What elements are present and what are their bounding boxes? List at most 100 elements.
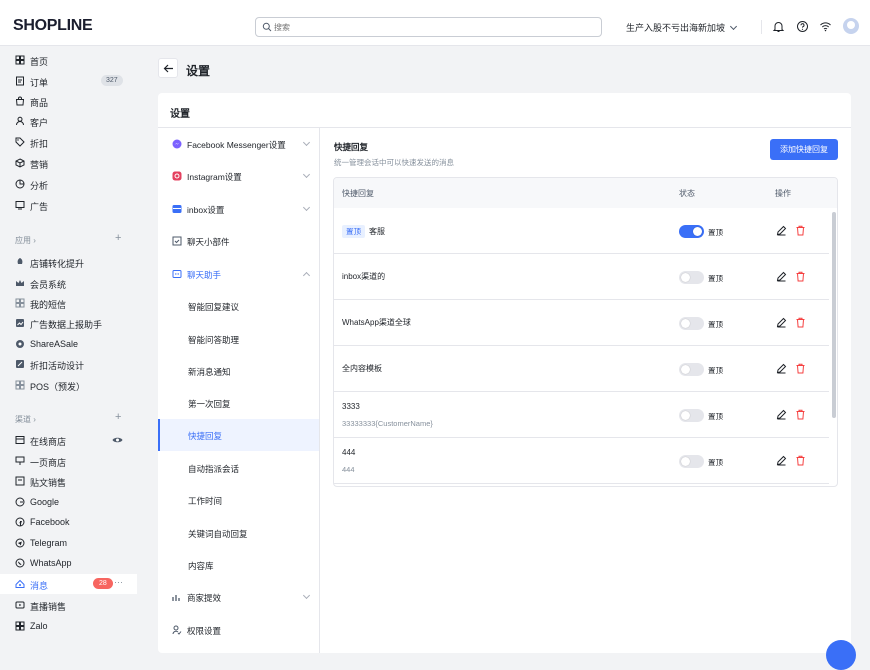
sidebar-item-app[interactable]: POS（预发） — [0, 375, 137, 395]
submenu-first-reply[interactable]: 第一次回复 — [158, 387, 319, 419]
channels-section-title[interactable]: 渠道 › — [15, 414, 36, 425]
message-count-badge: 28 — [93, 578, 113, 589]
delete-icon[interactable] — [795, 363, 806, 374]
zalo-icon — [15, 621, 25, 631]
shopline-logo[interactable]: SHOPLINE — [13, 17, 93, 35]
card-title: 设置 — [170, 109, 190, 120]
submenu-auto-assign[interactable]: 自动指派会话 — [158, 452, 319, 484]
column-header-status: 状态 — [679, 189, 695, 198]
instagram-icon — [172, 171, 182, 181]
pin-toggle[interactable] — [679, 317, 704, 330]
add-quick-reply-button[interactable]: 添加快捷回复 — [770, 139, 838, 160]
toggle-label: 置顶 — [708, 458, 723, 467]
sidebar-item-products[interactable]: 商品 — [0, 91, 137, 111]
pin-toggle[interactable] — [679, 409, 704, 422]
pin-toggle[interactable] — [679, 225, 704, 238]
sidebar-item-whatsapp[interactable]: WhatsApp — [0, 553, 137, 573]
sidebar-item-label: Zalo — [30, 621, 48, 631]
google-icon — [15, 497, 25, 507]
sidebar-item-orders[interactable]: 订单 327 — [0, 71, 137, 91]
scrollbar[interactable] — [829, 208, 837, 486]
edit-icon[interactable] — [776, 363, 787, 374]
table-row: 置顶 客服 置顶 — [334, 208, 829, 254]
sidebar-item-marketing[interactable]: 营销 — [0, 153, 137, 173]
sidebar-item-post-sales[interactable]: 贴文销售 — [0, 471, 137, 491]
submenu-chat-assistant[interactable]: 聊天助手 — [158, 258, 319, 290]
delete-icon[interactable] — [795, 409, 806, 420]
eye-icon[interactable] — [112, 435, 123, 445]
sidebar-item-live[interactable]: 直播销售 — [0, 595, 137, 615]
sidebar-item-google[interactable]: Google — [0, 492, 137, 512]
sidebar-item-messages[interactable]: 消息 28 ··· — [0, 574, 137, 594]
sidebar-item-app[interactable]: ShareASale — [0, 334, 137, 354]
sidebar-item-analytics[interactable]: 分析 — [0, 174, 137, 194]
edit-icon[interactable] — [776, 409, 787, 420]
edit-icon[interactable] — [776, 317, 787, 328]
more-icon[interactable]: ··· — [114, 577, 123, 587]
back-button[interactable] — [158, 58, 178, 78]
submenu-messenger[interactable]: Facebook Messenger设置 — [158, 128, 319, 160]
sidebar-item-app[interactable]: 我的短信 — [0, 293, 137, 313]
submenu-content-library[interactable]: 内容库 — [158, 549, 319, 581]
submenu-smart-reply[interactable]: 智能回复建议 — [158, 290, 319, 322]
submenu-merchant-efficiency[interactable]: 商家提效 — [158, 581, 319, 613]
sidebar-item-ads[interactable]: 广告 — [0, 195, 137, 215]
reply-content: 33333333{CustomerName} — [342, 419, 433, 428]
wifi-icon[interactable] — [819, 20, 832, 33]
delete-icon[interactable] — [795, 271, 806, 282]
sidebar-item-home[interactable]: 首页 — [0, 50, 137, 70]
pos-icon — [15, 380, 25, 390]
pin-toggle[interactable] — [679, 271, 704, 284]
scrollbar-thumb[interactable] — [832, 212, 836, 418]
search-box[interactable] — [255, 17, 602, 37]
submenu-keyword-reply[interactable]: 关键词自动回复 — [158, 517, 319, 549]
edit-icon[interactable] — [776, 271, 787, 282]
sidebar-item-label: 在线商店 — [30, 437, 67, 447]
delete-icon[interactable] — [795, 317, 806, 328]
chat-support-button[interactable] — [826, 640, 856, 670]
apps-section-title[interactable]: 应用 › — [15, 235, 36, 246]
sidebar-item-label: Facebook — [30, 517, 70, 527]
submenu-chat-widget[interactable]: 聊天小部件 — [158, 225, 319, 257]
pin-toggle[interactable] — [679, 455, 704, 468]
rocket-icon — [17, 258, 23, 264]
edit-icon[interactable] — [776, 225, 787, 236]
submenu-work-hours[interactable]: 工作时间 — [158, 484, 319, 516]
add-channel-icon[interactable]: + — [115, 411, 121, 423]
delete-icon[interactable] — [795, 225, 806, 236]
sidebar-item-telegram[interactable]: Telegram — [0, 533, 137, 553]
store-switcher[interactable]: 生产入股不亏出海新加坡 — [626, 21, 738, 34]
search-input[interactable] — [274, 20, 594, 34]
submenu-new-message[interactable]: 新消息通知 — [158, 355, 319, 387]
reply-name: 3333 — [342, 402, 360, 411]
sidebar-item-zalo[interactable]: Zalo — [0, 616, 137, 636]
sidebar-item-app[interactable]: 会员系统 — [0, 273, 137, 293]
sidebar-item-label: 折扣 — [30, 139, 49, 149]
bell-icon[interactable] — [772, 20, 785, 33]
sidebar-item-app[interactable]: 折扣活动设计 — [0, 354, 137, 374]
sidebar-item-app[interactable]: 店铺转化提升 — [0, 252, 137, 272]
bag-icon — [15, 96, 25, 106]
sidebar-item-label: WhatsApp — [30, 558, 72, 568]
widget-icon — [172, 236, 182, 246]
edit-icon[interactable] — [776, 455, 787, 466]
add-app-icon[interactable]: + — [115, 232, 121, 244]
sidebar-item-discounts[interactable]: 折扣 — [0, 132, 137, 152]
sidebar-item-customers[interactable]: 客户 — [0, 111, 137, 131]
submenu-instagram[interactable]: Instagram设置 — [158, 160, 319, 192]
help-icon[interactable] — [796, 20, 809, 33]
delete-icon[interactable] — [795, 455, 806, 466]
pin-toggle[interactable] — [679, 363, 704, 376]
sidebar-item-online-store[interactable]: 在线商店 — [0, 430, 137, 450]
sidebar-item-app[interactable]: 广告数据上报助手 — [0, 313, 137, 333]
sidebar-item-label: 一页商店 — [30, 458, 67, 468]
submenu-smart-qa[interactable]: 智能问答助理 — [158, 323, 319, 355]
submenu-inbox[interactable]: inbox设置 — [158, 193, 319, 225]
avatar[interactable] — [843, 18, 859, 34]
submenu-quick-reply[interactable]: 快捷回复 — [158, 419, 319, 451]
submenu-permissions[interactable]: 权限设置 — [158, 614, 319, 646]
sidebar-item-facebook[interactable]: Facebook — [0, 512, 137, 532]
sidebar-item-one-page[interactable]: 一页商店 — [0, 451, 137, 471]
inbox-icon — [172, 205, 182, 213]
crown-icon — [16, 280, 24, 286]
